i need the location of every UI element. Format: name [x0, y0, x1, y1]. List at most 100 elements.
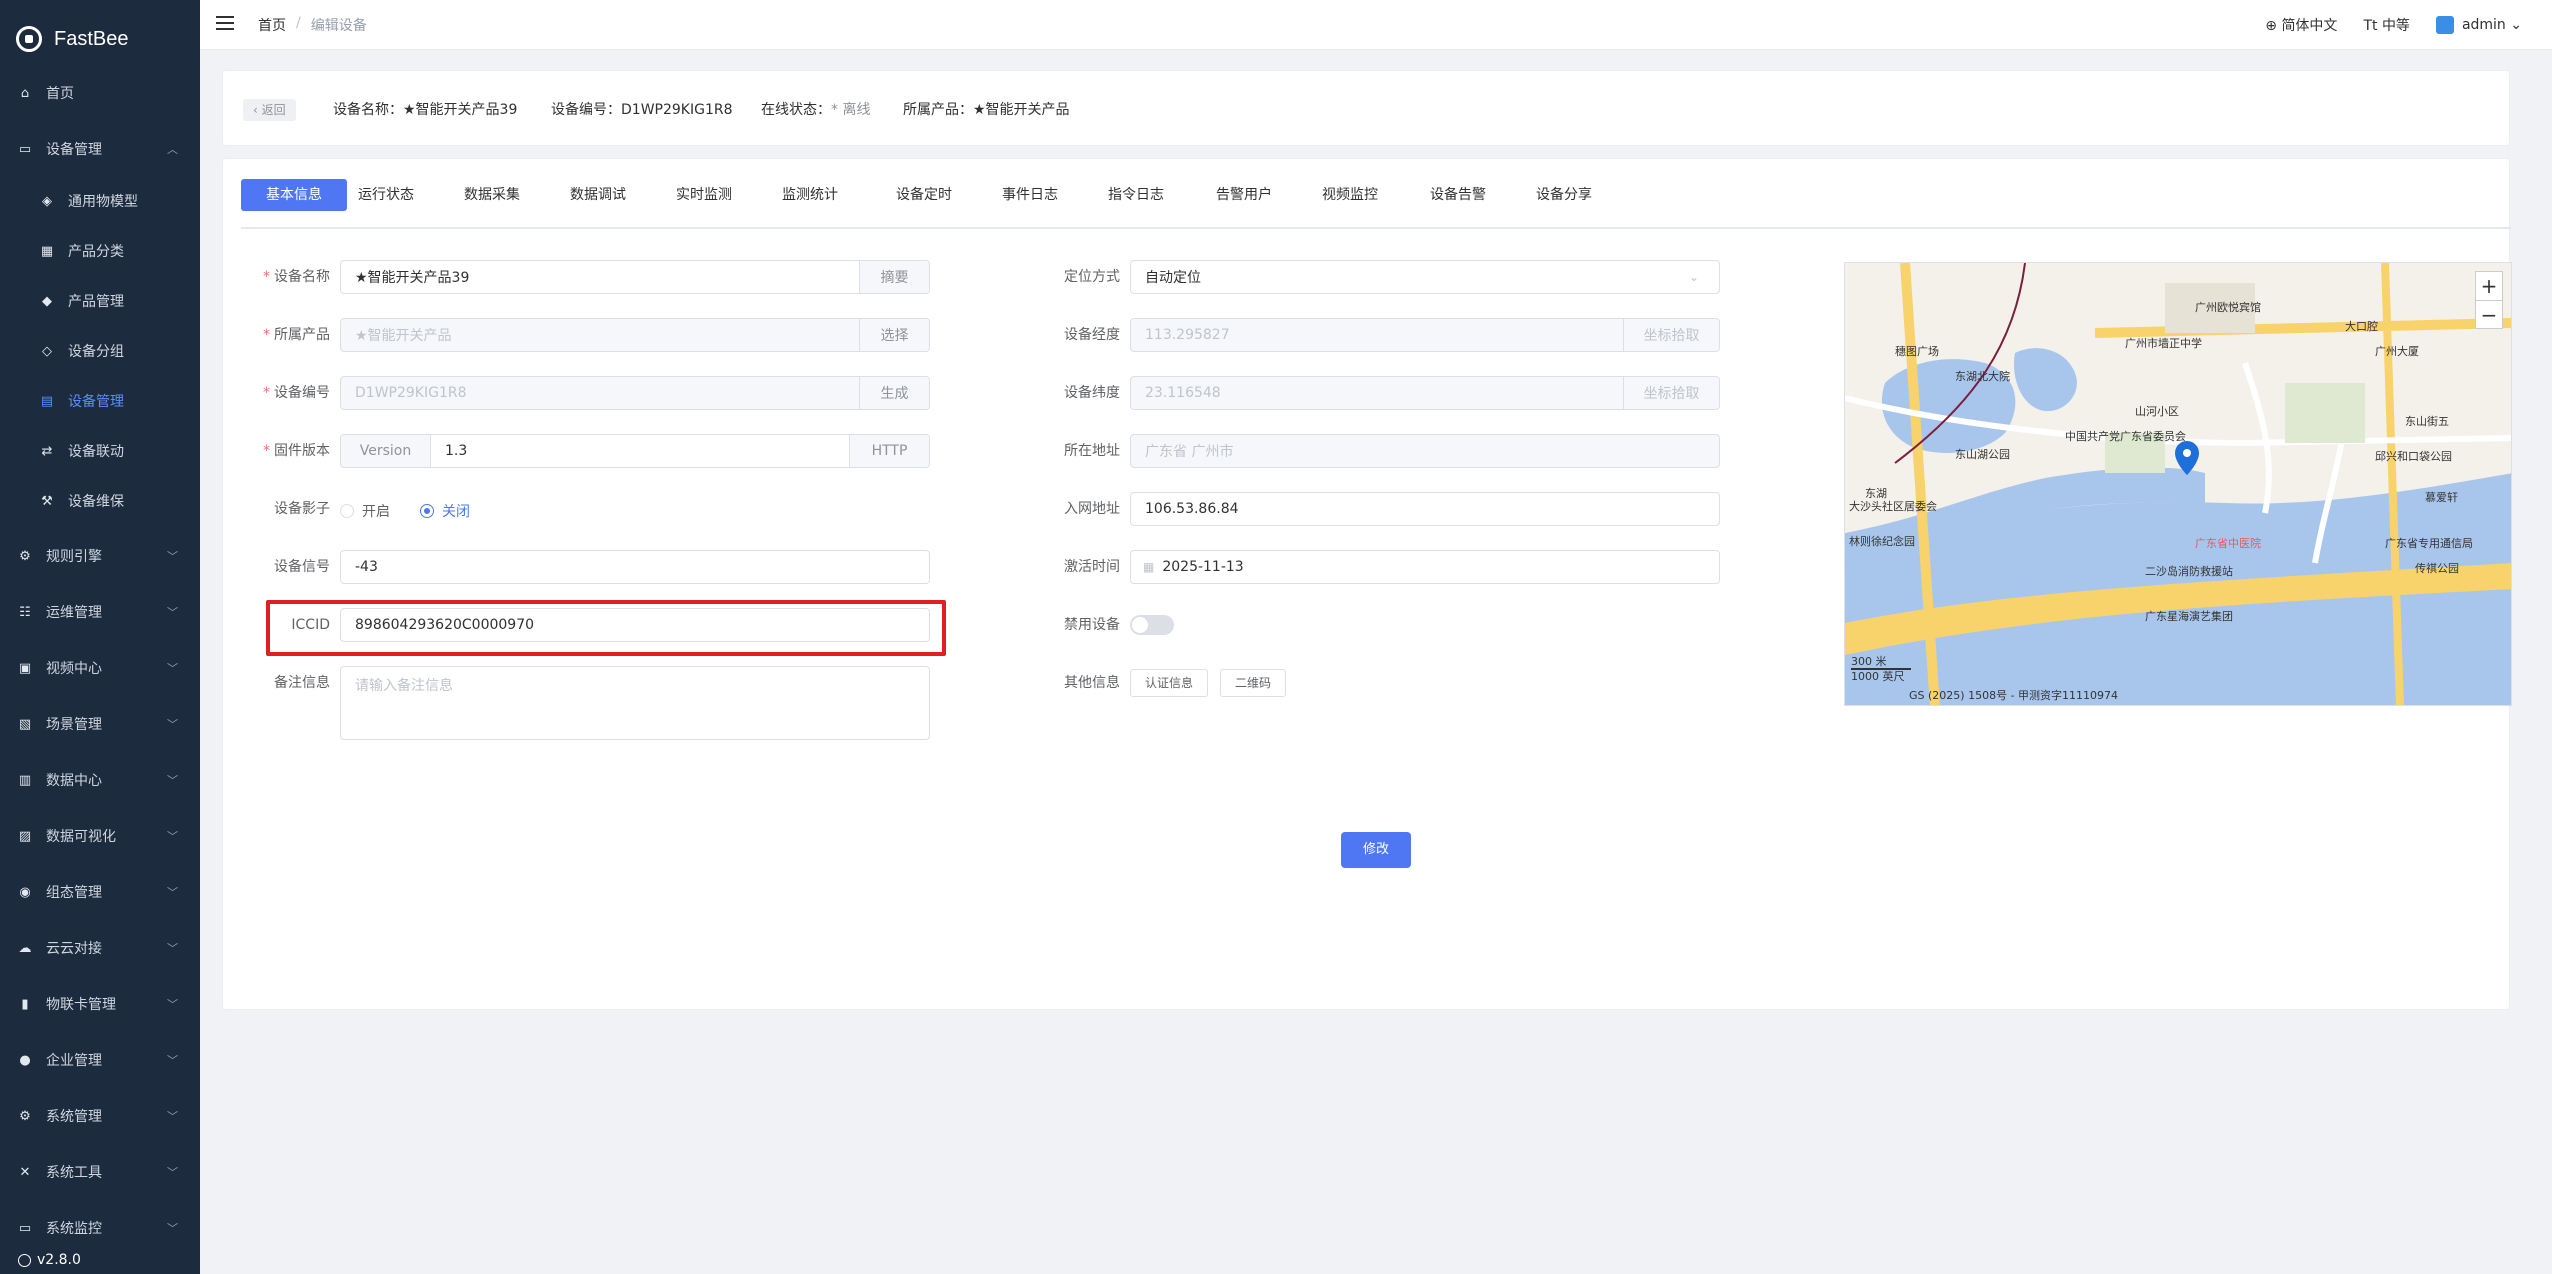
sidebar-item-11[interactable]: ▣ 视频中心 ﹀ [0, 648, 200, 688]
chevron-down-icon: ﹀ [167, 1222, 178, 1235]
tab-3[interactable]: 数据调试 [553, 179, 643, 211]
serial-input: D1WP29KIG1R8 生成 [340, 376, 930, 410]
chevron-down-icon: ﹀ [167, 886, 178, 899]
link-icon: ⇄ [41, 443, 53, 459]
tab-1[interactable]: 运行状态 [341, 179, 431, 211]
top-right-tools: ⊕ 简体中文 Tt 中等 admin ⌄ [2265, 15, 2522, 35]
firmware-protocol-select[interactable]: HTTP [849, 435, 929, 467]
sidebar-item-7[interactable]: ⇄ 设备联动 [0, 431, 200, 471]
qrcode-button[interactable]: 二维码 [1220, 669, 1287, 697]
device-name-input[interactable]: ★智能开关产品39 摘要 [340, 260, 930, 294]
user-menu[interactable]: admin ⌄ [2435, 16, 2522, 34]
sidebar-item-10[interactable]: ☷ 运维管理 ﹀ [0, 592, 200, 632]
generate-serial-button[interactable]: 生成 [859, 377, 929, 409]
tab-6[interactable]: 设备定时 [879, 179, 969, 211]
system-icon: ⚙ [19, 1108, 31, 1124]
tab-0[interactable]: 基本信息 [241, 179, 347, 211]
sidebar-item-18[interactable]: ● 企业管理 ﹀ [0, 1040, 200, 1080]
sidebar-item-17[interactable]: ▮ 物联卡管理 ﹀ [0, 984, 200, 1024]
iccid-input[interactable]: 898604293620C0000970 [340, 608, 930, 642]
version-icon [18, 1253, 31, 1267]
layers-icon: ◇ [42, 343, 52, 359]
sidebar-item-2[interactable]: ◈ 通用物模型 [0, 181, 200, 221]
config-icon: ◉ [19, 884, 31, 900]
breadcrumb-home[interactable]: 首页 [258, 15, 286, 35]
sidebar-item-5[interactable]: ◇ 设备分组 [0, 331, 200, 371]
tab-2[interactable]: 数据采集 [447, 179, 537, 211]
sidebar-item-21[interactable]: ▭ 系统监控 ﹀ [0, 1208, 200, 1248]
device-name-value: ★智能开关产品39 [403, 102, 518, 118]
sidebar-item-label: 设备分组 [68, 344, 124, 360]
remark-field-label: 备注信息 [274, 675, 330, 691]
shadow-on-radio[interactable]: 开启 [340, 501, 390, 521]
tab-12[interactable]: 设备分享 [1519, 179, 1609, 211]
map-label: 大口腔 [2345, 320, 2378, 333]
sidebar-item-13[interactable]: ▥ 数据中心 ﹀ [0, 760, 200, 800]
sidebar-item-label: 系统管理 [46, 1109, 102, 1125]
sidebar-item-1[interactable]: ▭ 设备管理 ︿ [0, 129, 200, 169]
back-button[interactable]: ‹ 返回 [243, 99, 296, 121]
sidebar-item-12[interactable]: ▧ 场景管理 ﹀ [0, 704, 200, 744]
pick-latitude-button[interactable]: 坐标拾取 [1623, 377, 1719, 409]
sidebar-item-16[interactable]: ☁ 云云对接 ﹀ [0, 928, 200, 968]
pick-longitude-button[interactable]: 坐标拾取 [1623, 319, 1719, 351]
select-product-button[interactable]: 选择 [859, 319, 929, 351]
chevron-down-icon: ﹀ [167, 662, 178, 675]
zoom-in-button[interactable]: + [2476, 272, 2502, 300]
firmware-input[interactable]: Version 1.3 HTTP [340, 434, 930, 468]
sidebar-item-label: 系统工具 [46, 1165, 102, 1181]
sidebar-item-0[interactable]: ⌂ 首页 [0, 73, 200, 113]
tab-10[interactable]: 视频监控 [1305, 179, 1395, 211]
sidebar-item-4[interactable]: ◆ 产品管理 [0, 281, 200, 321]
tab-9[interactable]: 告警用户 [1199, 179, 1289, 211]
sidebar-item-9[interactable]: ⚙ 规则引擎 ﹀ [0, 536, 200, 576]
active-time-picker[interactable]: ▦ 2025-11-13 [1130, 550, 1720, 584]
tab-11[interactable]: 设备告警 [1413, 179, 1503, 211]
sidebar-item-3[interactable]: ▦ 产品分类 [0, 231, 200, 271]
sidebar-item-14[interactable]: ▨ 数据可视化 ﹀ [0, 816, 200, 856]
home-icon: ⌂ [20, 85, 30, 101]
tab-4[interactable]: 实时监测 [659, 179, 749, 211]
chevron-down-icon: ﹀ [167, 1110, 178, 1123]
tab-5[interactable]: 监测统计 [765, 179, 855, 211]
signal-input[interactable]: -43 [340, 550, 930, 584]
sidebar-item-6[interactable]: ▤ 设备管理 [0, 381, 200, 421]
remark-textarea[interactable]: 请输入备注信息 [340, 666, 930, 740]
brand[interactable]: FastBee [0, 0, 200, 78]
sidebar-item-label: 企业管理 [46, 1053, 102, 1069]
device-summary-card: ‹ 返回 设备名称：★智能开关产品39 设备编号：D1WP29KIG1R8 在线… [222, 70, 2510, 146]
map-label: 东山街五 [2405, 415, 2449, 428]
ip-input[interactable]: 106.53.86.84 [1130, 492, 1720, 526]
chevron-down-icon: ⌄ [2505, 17, 2522, 33]
locate-select[interactable]: 自动定位 ⌄ [1130, 260, 1720, 294]
sidebar-item-8[interactable]: ⚒ 设备维保 [0, 481, 200, 521]
sidebar-item-label: 设备联动 [68, 444, 124, 460]
language-switch[interactable]: ⊕ 简体中文 [2265, 15, 2337, 35]
auth-info-button[interactable]: 认证信息 [1130, 669, 1209, 697]
tab-8[interactable]: 指令日志 [1091, 179, 1181, 211]
chevron-down-icon: ﹀ [167, 606, 178, 619]
iccid-field-label: ICCID [291, 617, 330, 633]
map-scale-meters: 300 米 [1851, 655, 1887, 668]
zoom-out-button[interactable]: − [2476, 300, 2502, 328]
device-name-info: 设备名称：★智能开关产品39 [333, 99, 517, 121]
map-label: 广东省中医院 [2195, 537, 2261, 550]
shadow-off-radio[interactable]: 关闭 [420, 501, 470, 521]
map-label: 大沙头社区居委会 [1849, 500, 1937, 513]
size-switch[interactable]: Tt 中等 [2363, 15, 2410, 35]
submit-button[interactable]: 修改 [1341, 832, 1411, 868]
sidebar-item-label: 设备管理 [68, 394, 124, 410]
tab-7[interactable]: 事件日志 [985, 179, 1075, 211]
map-label: 广东省专用通信局 [2385, 537, 2473, 550]
sidebar-item-15[interactable]: ◉ 组态管理 ﹀ [0, 872, 200, 912]
sidebar-item-19[interactable]: ⚙ 系统管理 ﹀ [0, 1096, 200, 1136]
active-time-field-label: 激活时间 [1064, 559, 1120, 575]
latitude-input-value: 23.116548 [1145, 385, 1221, 401]
sidebar-item-20[interactable]: ✕ 系统工具 ﹀ [0, 1152, 200, 1192]
version-label: v2.8.0 [18, 1252, 81, 1268]
map-label: 东湖北大院 [1955, 370, 2010, 383]
disable-device-switch[interactable] [1130, 615, 1174, 635]
location-map[interactable]: 广州欧悦宾馆 广州市墙正中学 东湖北大院 山河小区 中国共产党广东省委员会 东山湖公园 大沙… [1844, 262, 2512, 706]
hamburger-icon[interactable] [216, 16, 234, 32]
summary-button[interactable]: 摘要 [859, 261, 929, 293]
